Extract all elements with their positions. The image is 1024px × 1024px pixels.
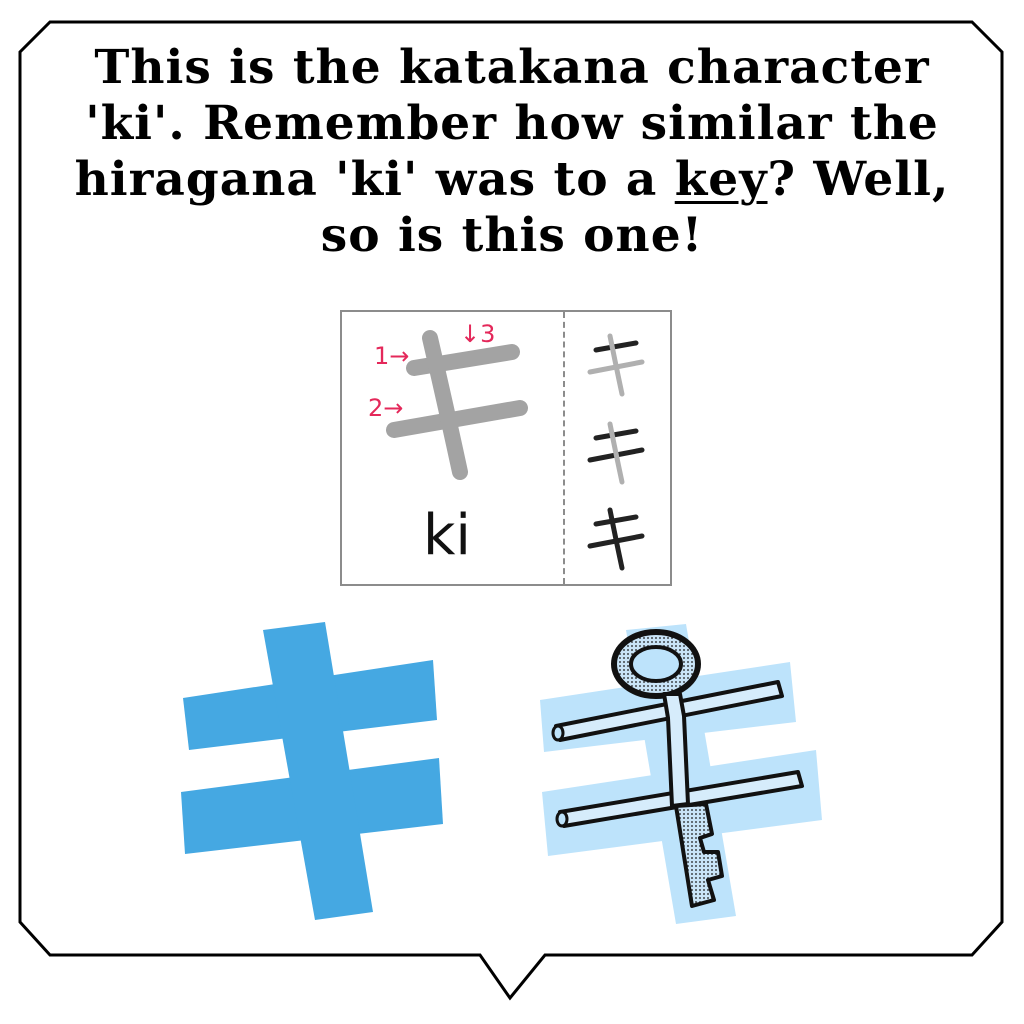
stroke-label-1: 1→ [374,342,410,370]
caption-line-1: This is the katakana character [94,40,930,95]
stroke-step-1 [587,333,645,397]
key-word-underlined: key [674,152,768,207]
romaji-label: ki [423,503,471,568]
caption-line-2: 'ki'. Remember how similar the [85,96,939,151]
caption-line-4: so is this one! [320,208,704,263]
caption-line-3-start: hiragana 'ki' was to a [74,152,675,207]
caption-line-3-end: ? Well, [767,152,950,207]
stroke-label-2: 2→ [368,394,404,422]
stroke-label-3: ↓3 [460,320,496,348]
card-divider [563,312,565,584]
caption-text: This is the katakana character 'ki'. Rem… [40,40,984,264]
stroke-step-2 [587,421,645,485]
key-shaped-ki-icon [540,624,822,924]
katakana-ki-large-icon [181,622,443,920]
caption-line-3: hiragana 'ki' was to a key? Well, [40,152,984,208]
stroke-order-card: 1→ 2→ ↓3 ki [340,310,672,586]
stroke-step-3 [587,507,645,571]
